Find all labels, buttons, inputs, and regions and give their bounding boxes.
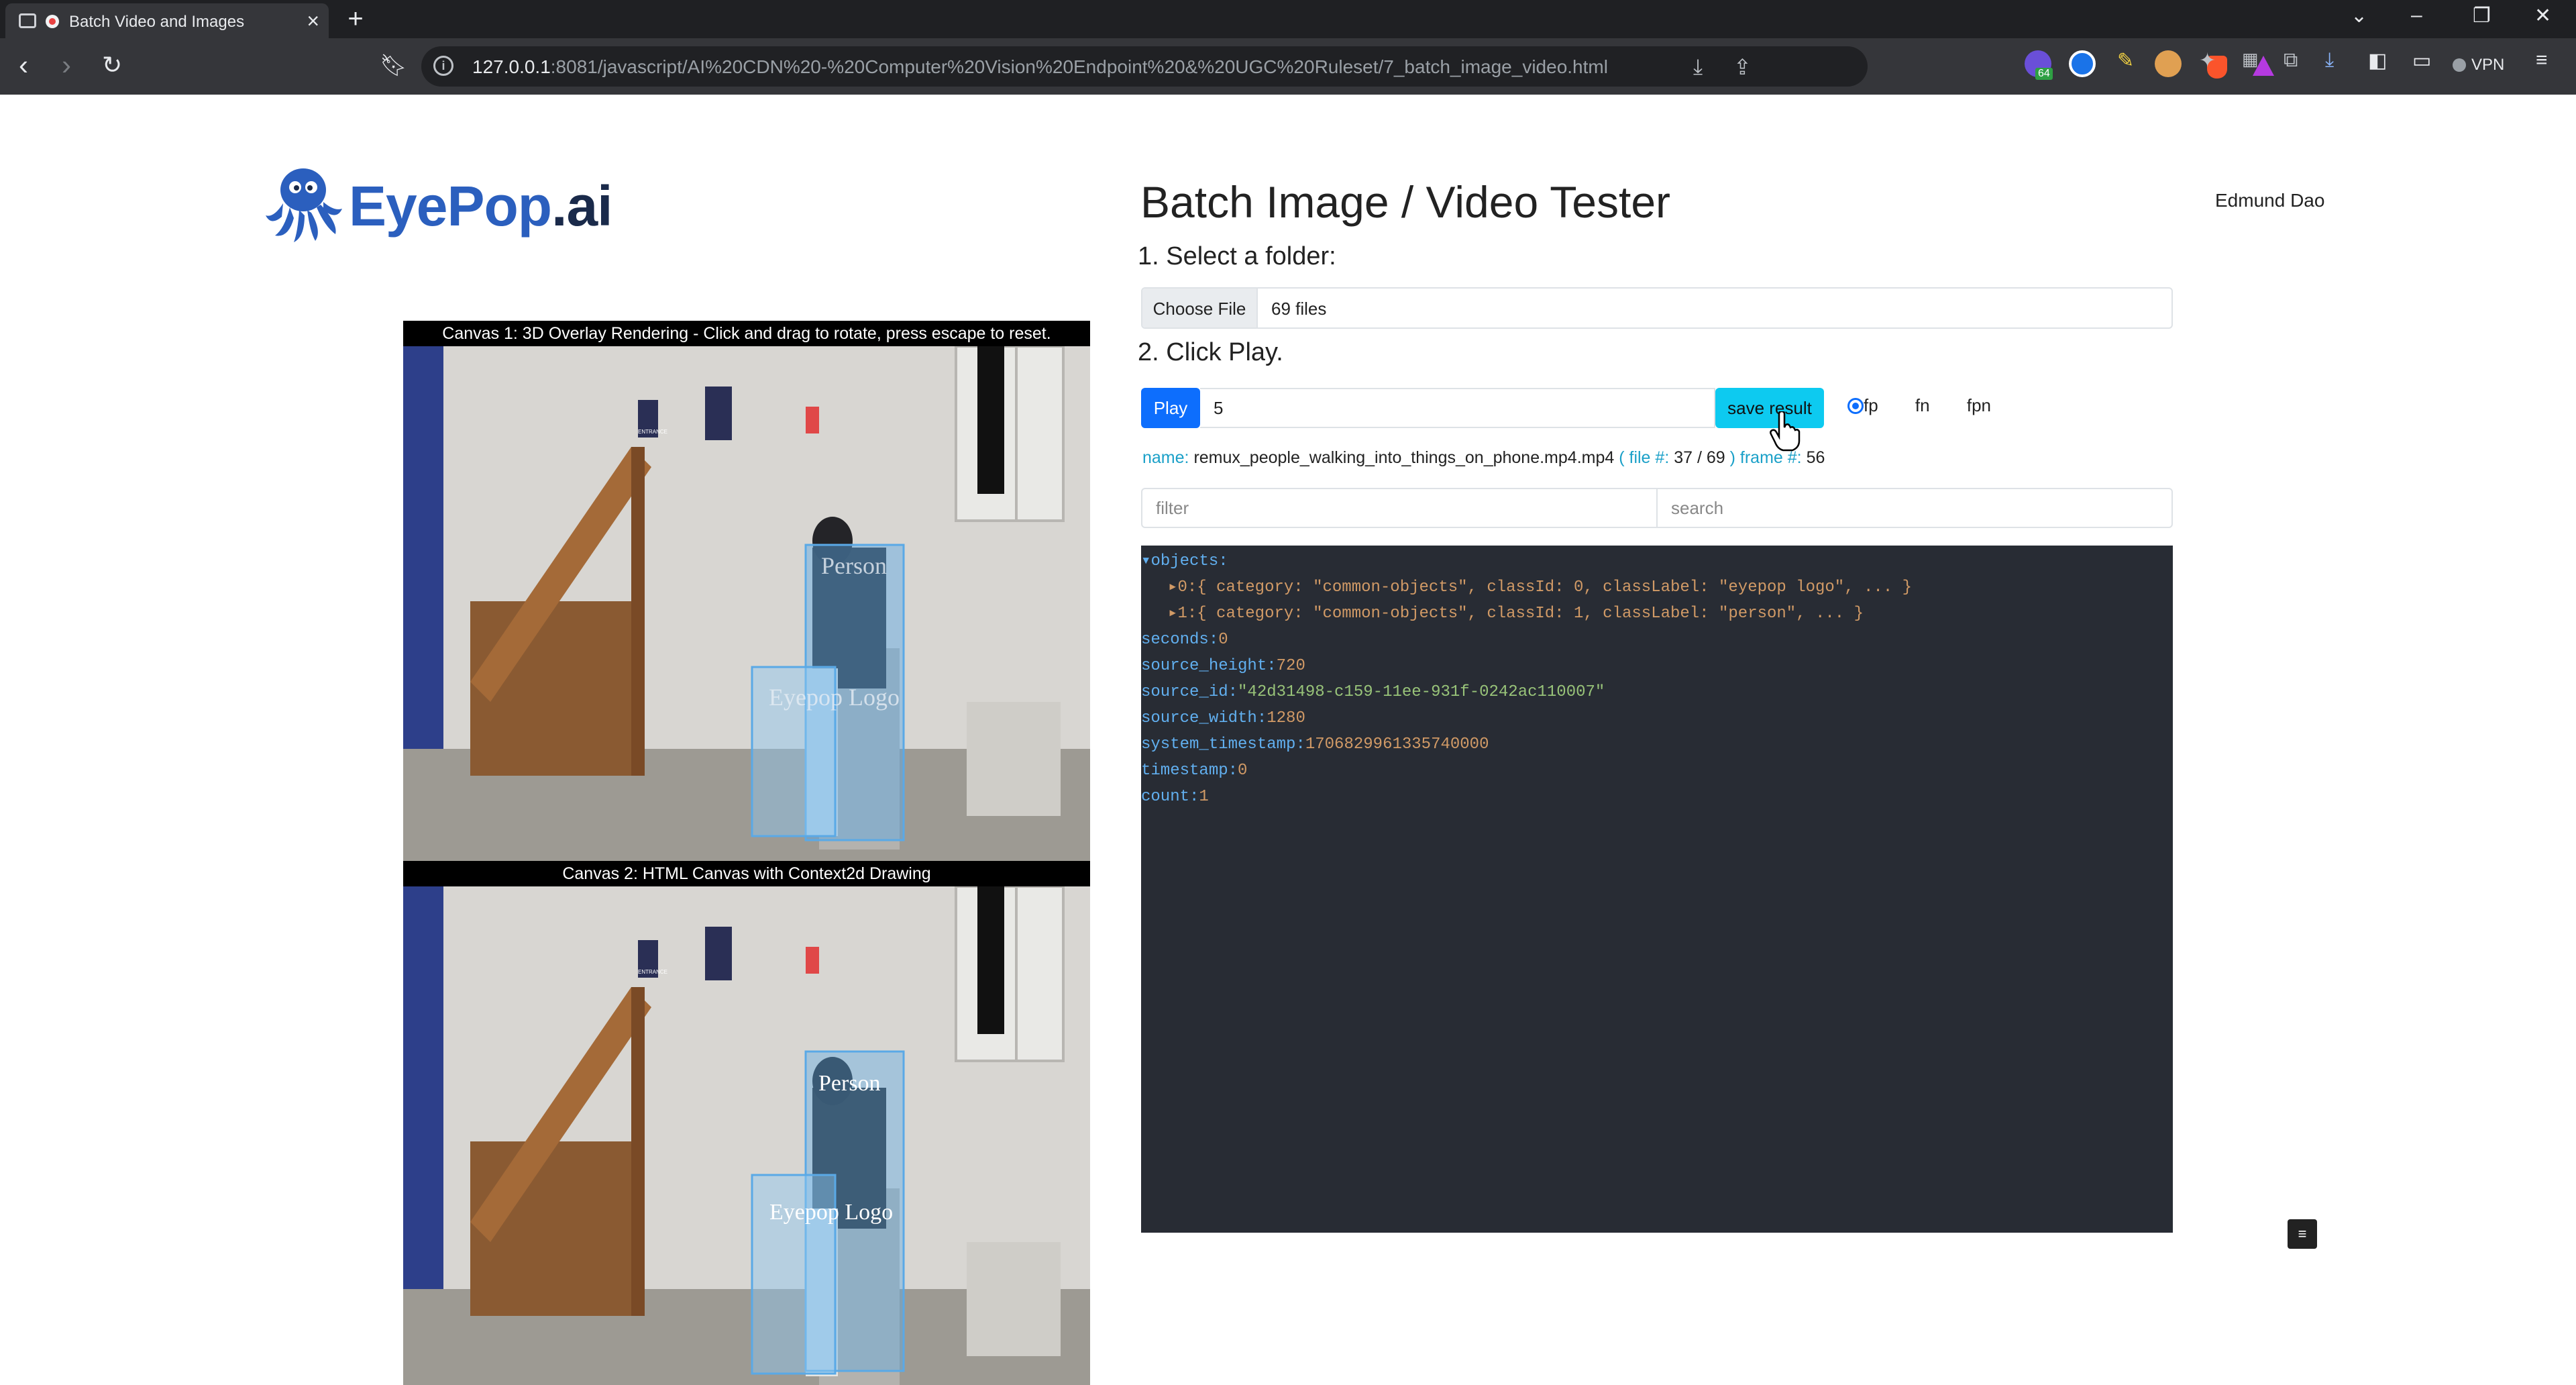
user-name: Edmund Dao (2215, 190, 2325, 211)
bookmark-icon[interactable]: 🔖︎ (380, 50, 407, 80)
canvas-1-logo-label: Eyepop Logo (769, 684, 900, 711)
extensions-puzzle-icon[interactable]: ⧉ (2284, 49, 2298, 72)
filter-input[interactable]: filter (1141, 488, 1658, 528)
download-icon[interactable]: ⤓ (1693, 54, 1703, 80)
close-tab-icon[interactable]: × (307, 9, 319, 34)
result-type-radio-group: fp fn fpn (1847, 395, 2007, 422)
address-bar[interactable]: i 127.0.0.1:8081/javascript/AI%20CDN%20-… (421, 46, 2274, 87)
octopus-icon (266, 168, 342, 242)
site-info-icon[interactable]: i (433, 56, 453, 76)
json-objects-key[interactable]: ▾objects: (1141, 548, 2173, 574)
browser-tab[interactable]: Batch Video and Images × (5, 3, 329, 38)
json-system-timestamp: system_timestamp:1706829961335740000 (1141, 735, 1489, 754)
bolt-extension-icon[interactable]: ✦ (2199, 49, 2216, 72)
canvas-2-person-label: Person (818, 1071, 881, 1096)
logo-wordmark: EyePop.ai (349, 174, 613, 238)
json-source-id: source_id:"42d31498-c159-11ee-931f-0242a… (1141, 683, 1605, 701)
audio-icon (19, 13, 36, 28)
play-button[interactable]: Play (1141, 388, 1200, 428)
radio-fn[interactable] (1898, 398, 1915, 414)
page-content: EyePop.ai Batch Image / Video Tester Edm… (0, 95, 2576, 1385)
extension-badge: 64 (2035, 68, 2053, 80)
name-key: name: (1142, 448, 1189, 467)
current-file-info: name: remux_people_walking_into_things_o… (1142, 448, 1825, 468)
browser-tabbar: Batch Video and Images × + ⌄ – ❐ ✕ (0, 0, 2576, 38)
json-timestamp: timestamp:0 (1141, 762, 1248, 780)
canvas-1-caption: Canvas 1: 3D Overlay Rendering - Click a… (403, 321, 1090, 346)
url-text: 127.0.0.1:8081/javascript/AI%20CDN%20-%2… (472, 56, 1608, 77)
recording-icon (46, 15, 59, 28)
frame-key: ) frame #: (1729, 448, 1802, 467)
canvas-1-video-frame: ENTRANCE Person Eyepop Logo (403, 346, 1090, 862)
reload-icon[interactable]: ↻ (102, 50, 122, 80)
canvas-1-scene[interactable]: ENTRANCE Person Eyepop Logo (403, 346, 1090, 862)
new-tab-button[interactable]: + (341, 5, 370, 35)
json-object-1[interactable]: ▸1:{ category: "common-objects", classId… (1141, 601, 2173, 627)
canvas-2: Canvas 2: HTML Canvas with Context2d Dra… (403, 861, 1090, 1385)
window-icon[interactable]: ▦ (2242, 49, 2259, 70)
forward-icon[interactable]: › (62, 50, 71, 80)
json-viewer[interactable]: ▾objects: ▸0:{ category: "common-objects… (1141, 546, 2173, 1233)
menu-icon[interactable]: ≡ (2536, 49, 2548, 72)
share-icon[interactable]: ⇪ (1733, 54, 1752, 80)
json-count: count:1 (1141, 788, 1209, 806)
step1-heading: 1. Select a folder: (1138, 242, 1336, 270)
back-icon[interactable]: ‹ (19, 50, 28, 80)
radio-fp[interactable] (1847, 398, 1864, 414)
radio-fn-label: fn (1915, 395, 1930, 415)
downloads-icon[interactable]: ⤓ (2325, 49, 2334, 72)
entrance-sign-1: ENTRANCE (638, 429, 667, 435)
page-title: Batch Image / Video Tester (1140, 177, 1671, 227)
canvas-2-logo-label: Eyepop Logo (769, 1200, 893, 1225)
sidebar-icon[interactable]: ◧ (2368, 49, 2387, 72)
wallet-icon[interactable]: ▭ (2412, 49, 2431, 72)
cookie-icon[interactable] (2155, 50, 2182, 77)
canvas-1-person-label: Person (821, 552, 887, 579)
highlighter-icon[interactable]: ✎ (2117, 49, 2134, 72)
json-source-width: source_width:1280 (1141, 709, 1305, 727)
json-source-height: source_height:720 (1141, 657, 1305, 675)
json-seconds: seconds:0 (1141, 631, 1228, 649)
canvas-2-video-frame: ENTRANCE Person Eyepop Logo (403, 886, 1090, 1385)
frame-step-input[interactable]: 5 (1200, 388, 1715, 428)
frame-number: 56 (1806, 448, 1825, 467)
radio-fpn-label: fpn (1966, 395, 1991, 415)
close-window-button[interactable]: ✕ (2534, 4, 2551, 28)
hand-cursor-icon (1770, 411, 1801, 452)
vpn-button[interactable]: VPN (2453, 52, 2504, 79)
json-object-0[interactable]: ▸0:{ category: "common-objects", classId… (1141, 574, 2173, 601)
menu-toggle-button[interactable]: ≡ (2288, 1219, 2317, 1249)
tab-search-icon[interactable]: ⌄ (2351, 4, 2367, 28)
tab-title: Batch Video and Images (69, 13, 245, 31)
file-index: 37 / 69 (1674, 448, 1725, 467)
minimize-button[interactable]: – (2411, 4, 2422, 27)
radio-fp-label: fp (1864, 395, 1878, 415)
extension-s-icon[interactable] (2069, 50, 2096, 77)
canvas-1: Canvas 1: 3D Overlay Rendering - Click a… (403, 321, 1090, 862)
entrance-sign-2: ENTRANCE (638, 969, 667, 975)
browser-toolbar: ‹ › ↻ 🔖︎ i 127.0.0.1:8081/javascript/AI%… (0, 38, 2576, 95)
file-name: remux_people_walking_into_things_on_phon… (1193, 448, 1615, 467)
choose-file-button[interactable]: Choose File (1142, 289, 1258, 327)
file-index-key: ( file #: (1619, 448, 1670, 467)
search-input[interactable]: search (1656, 488, 2173, 528)
file-count: 69 files (1271, 299, 1327, 319)
canvas-2-scene: ENTRANCE Person Eyepop Logo (403, 886, 1090, 1385)
step2-heading: 2. Click Play. (1138, 338, 1283, 366)
restore-button[interactable]: ❐ (2473, 4, 2491, 28)
canvas-2-caption: Canvas 2: HTML Canvas with Context2d Dra… (403, 861, 1090, 886)
radio-fpn[interactable] (1950, 398, 1967, 414)
folder-file-input[interactable]: Choose File 69 files (1141, 287, 2173, 329)
eyepop-logo: EyePop.ai (262, 164, 613, 245)
